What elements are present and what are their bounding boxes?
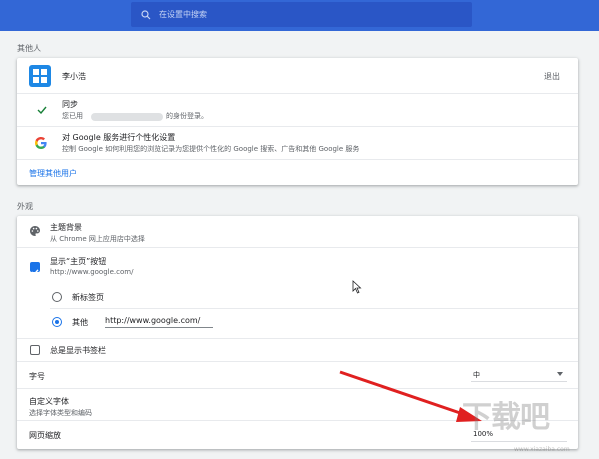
user-row: 李小浩 退出	[17, 58, 578, 93]
font-size-select[interactable]: 中	[471, 368, 567, 382]
search-box[interactable]: 在设置中搜索	[131, 2, 472, 27]
radio-newtab-label: 新标签页	[72, 293, 104, 302]
sync-title: 同步	[62, 100, 78, 109]
font-size-value: 中	[473, 371, 480, 379]
home-title: 显示“主页”按钮	[50, 257, 107, 266]
theme-desc: 从 Chrome 网上应用店中选择	[50, 235, 145, 243]
theme-title: 主题背景	[50, 223, 82, 232]
bookmarks-row: 总是显示书签栏	[17, 339, 578, 361]
blurred-email	[91, 113, 163, 121]
watermark-url: www.xiazaiba.com	[514, 446, 570, 453]
radio-newtab[interactable]	[52, 292, 62, 302]
home-button-row: 显示“主页”按钮 http://www.google.com/	[17, 248, 578, 280]
radio-other[interactable]	[52, 317, 62, 327]
section-title-others: 其他人	[17, 44, 41, 53]
top-bar: 在设置中搜索	[0, 0, 599, 31]
google-g-icon	[35, 137, 47, 149]
custom-fonts-desc: 选择字体类型和编码	[29, 409, 92, 417]
personalize-desc: 控制 Google 如何利用您的浏览记录为您提供个性化的 Google 搜索、广…	[62, 145, 360, 153]
others-card: 李小浩 退出 同步 您已用 的身份登录。 对 Google 服务进行个性化设置 …	[17, 58, 578, 185]
bookmarks-label: 总是显示书签栏	[50, 346, 106, 355]
custom-fonts-title: 自定义字体	[29, 397, 69, 406]
palette-icon	[30, 226, 40, 236]
check-icon	[37, 106, 47, 114]
chevron-down-icon	[557, 372, 563, 376]
section-title-appearance: 外观	[17, 202, 33, 211]
radio-newtab-row[interactable]: 新标签页	[17, 286, 578, 308]
show-home-checkbox[interactable]	[30, 262, 40, 276]
sync-desc-prefix: 您已用	[62, 112, 83, 120]
search-placeholder: 在设置中搜索	[159, 10, 207, 19]
avatar	[29, 65, 51, 87]
sync-desc-suffix: 的身份登录。	[166, 112, 208, 120]
sync-row[interactable]: 同步 您已用 的身份登录。	[17, 94, 578, 126]
font-size-row: 字号 中	[17, 362, 578, 388]
personalize-row[interactable]: 对 Google 服务进行个性化设置 控制 Google 如何利用您的浏览记录为…	[17, 127, 578, 159]
bookmarks-checkbox[interactable]	[30, 345, 40, 355]
personalize-title: 对 Google 服务进行个性化设置	[62, 133, 176, 142]
home-url: http://www.google.com/	[50, 268, 134, 276]
user-name: 李小浩	[62, 72, 86, 81]
radio-other-label: 其他	[72, 318, 88, 327]
search-icon	[141, 9, 151, 19]
zoom-label: 网页缩放	[29, 431, 61, 440]
radio-other-row[interactable]: 其他 http://www.google.com/	[17, 315, 578, 337]
manage-users-link[interactable]: 管理其他用户	[29, 168, 77, 179]
theme-row[interactable]: 主题背景 从 Chrome 网上应用店中选择	[17, 216, 578, 247]
mouse-cursor-icon	[352, 280, 362, 294]
home-url-input[interactable]: http://www.google.com/	[105, 316, 213, 328]
font-size-label: 字号	[29, 372, 45, 381]
signout-button[interactable]: 退出	[544, 71, 560, 82]
checkmark-icon	[31, 269, 39, 276]
watermark-logo: 下载吧	[462, 400, 550, 435]
divider	[50, 308, 578, 309]
divider	[17, 159, 578, 160]
